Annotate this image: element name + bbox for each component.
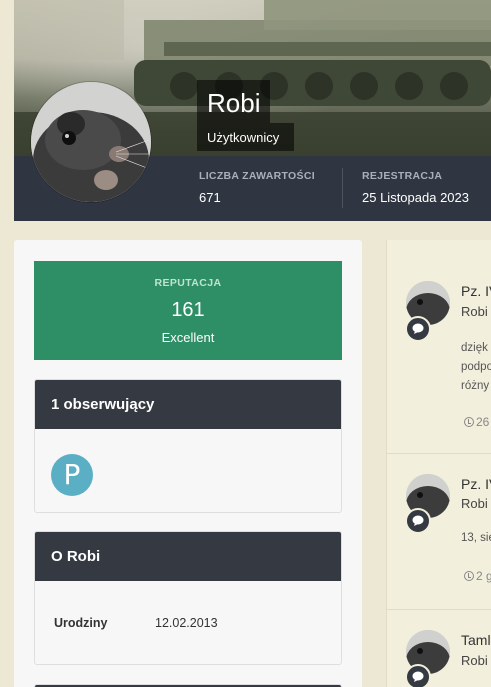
feed-author[interactable]: Robi (461, 653, 488, 668)
feed-separator (386, 609, 491, 610)
feed-title[interactable]: Taml (461, 632, 491, 648)
stat-value: 25 Listopada 2023 (362, 190, 469, 205)
feed-title[interactable]: Pz. IV (461, 283, 491, 299)
reputation-label: Reputacja (154, 277, 222, 289)
feed-time: 26 (464, 415, 489, 429)
feed-time-text: 2 g (476, 569, 491, 583)
reputation-box[interactable]: Reputacja 161 Excellent (34, 261, 342, 360)
birthday-value: 12.02.2013 (155, 616, 218, 630)
feed-item[interactable]: Taml Robi (386, 629, 491, 687)
stat-label: Rejestracja (362, 170, 443, 182)
about-widget: O Robi Urodziny 12.02.2013 (34, 531, 342, 665)
feed-badge (405, 664, 431, 687)
feed-text-line: różny (461, 380, 490, 392)
feed-author[interactable]: Robi (461, 496, 488, 511)
stat-content-count: Liczba zawartości 671 (199, 170, 315, 205)
comment-icon (412, 671, 424, 682)
stat-label: Liczba zawartości (199, 170, 315, 182)
stat-registration: Rejestracja 25 Listopada 2023 (362, 170, 469, 205)
feed-badge (405, 316, 431, 342)
feed-item[interactable]: Pz. IV Robi dzięk podpo różny 26 (386, 280, 491, 450)
followers-widget: 1 obserwujący P (34, 379, 342, 513)
feed-badge (405, 508, 431, 534)
reputation-description: Excellent (161, 330, 215, 345)
stat-value: 671 (199, 190, 221, 205)
comment-icon (412, 515, 424, 526)
birthday-label: Urodziny (54, 616, 108, 630)
comment-icon (412, 323, 424, 334)
feed-text-line: podpo (461, 361, 491, 373)
feed-title[interactable]: Pz. IV (461, 476, 491, 492)
profile-group: Użytkownicy (207, 130, 280, 145)
stat-divider (342, 168, 343, 208)
feed-author[interactable]: Robi (461, 304, 488, 319)
feed-text-line: dzięk (461, 342, 488, 354)
reputation-value: 161 (171, 299, 205, 321)
feed-text-line: 13, sie (461, 532, 491, 544)
feed-time: 2 g (464, 569, 491, 583)
followers-title: 1 obserwujący (35, 380, 341, 429)
clock-icon (464, 571, 474, 581)
feed-item[interactable]: Pz. IV Robi 13, sie 2 g (386, 473, 491, 603)
about-title: O Robi (35, 532, 341, 581)
feed-separator (386, 453, 491, 454)
profile-avatar[interactable] (31, 82, 151, 202)
follower-avatar[interactable]: P (51, 454, 93, 496)
mouse-photo-icon (31, 82, 151, 202)
feed-time-text: 26 (476, 415, 490, 429)
profile-name: Robi (207, 88, 261, 118)
clock-icon (464, 417, 474, 427)
